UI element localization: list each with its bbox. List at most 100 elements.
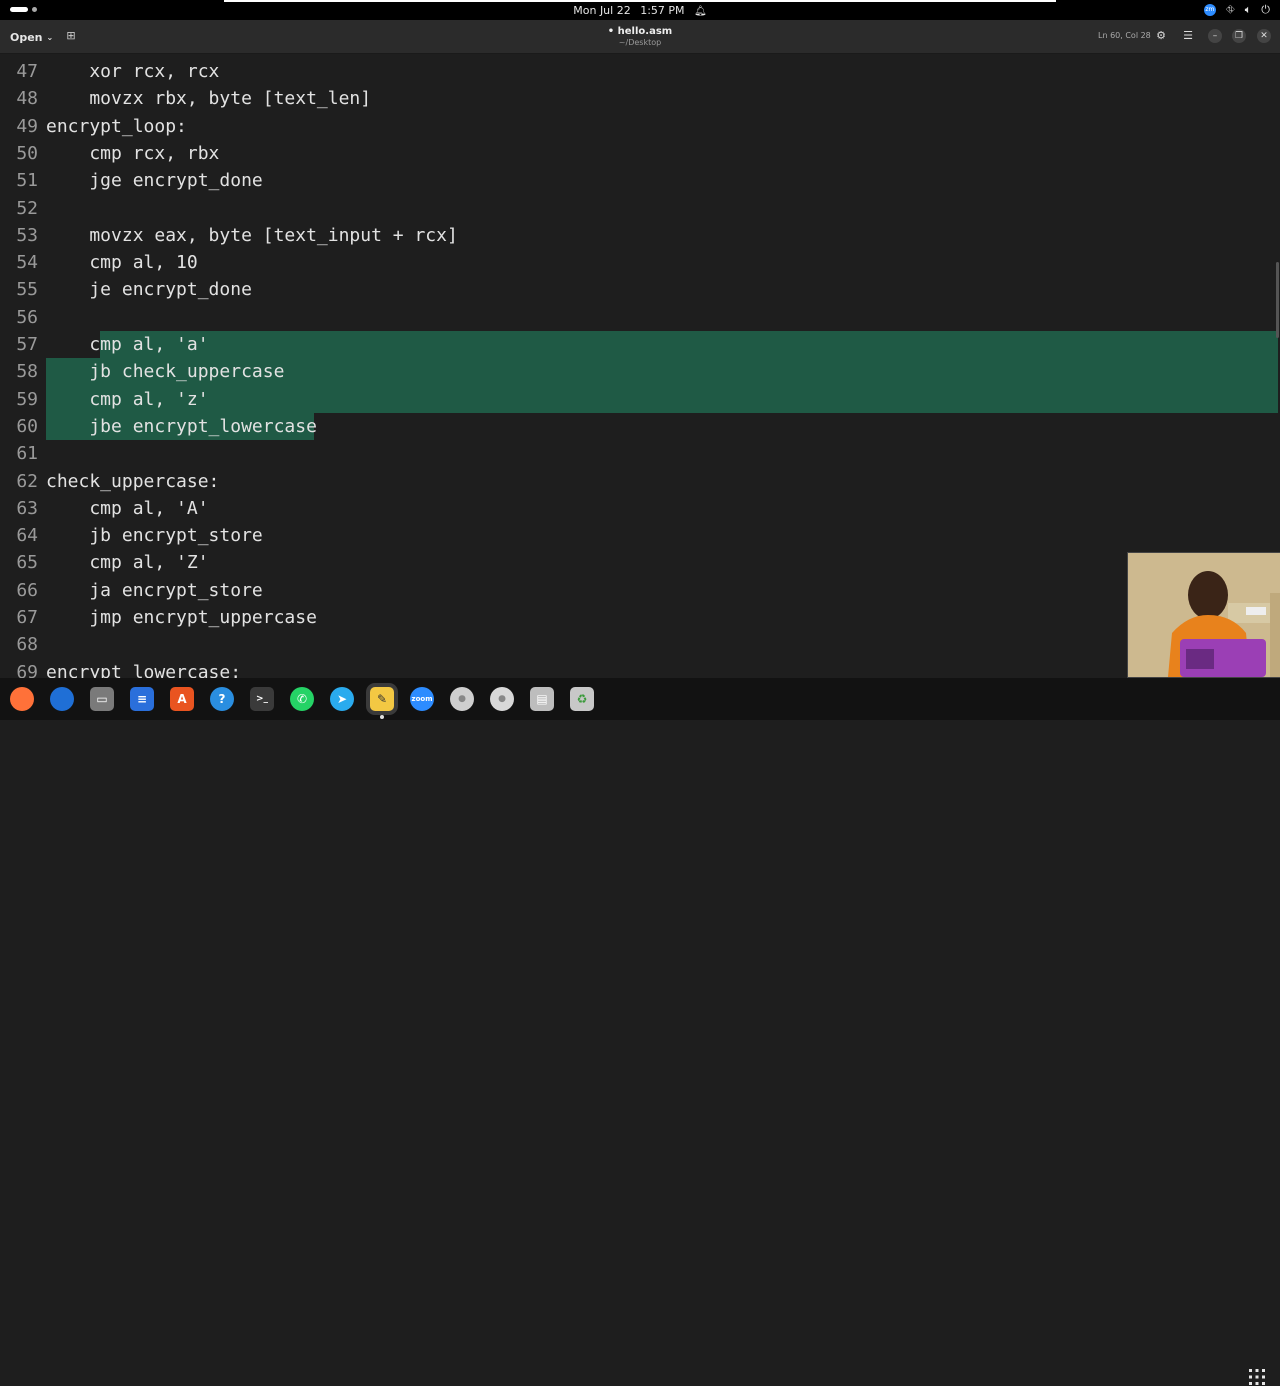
line-code: jbe encrypt_lowercase (46, 415, 317, 437)
code-line[interactable]: 67 jmp encrypt_uppercase (0, 604, 1280, 631)
app-center-icon[interactable]: A (170, 687, 194, 711)
code-line[interactable]: 62 check_uppercase: (0, 468, 1280, 495)
code-line[interactable]: 48 movzx rbx, byte [text_len] (0, 85, 1280, 112)
code-line[interactable]: 56 (0, 304, 1280, 331)
code-line[interactable]: 65 cmp al, 'Z' (0, 549, 1280, 576)
document-title: • hello.asm (607, 26, 673, 37)
line-number: 52 (16, 197, 38, 219)
app-center-glyph: A (177, 692, 187, 706)
code-line[interactable]: 57 cmp al, 'a' (0, 331, 1280, 358)
line-code: encrypt_loop: (46, 115, 187, 137)
code-line[interactable]: 49 encrypt_loop: (0, 113, 1280, 140)
line-code: check_uppercase: (46, 470, 220, 492)
code-line[interactable]: 64 jb encrypt_store (0, 522, 1280, 549)
line-code: cmp rcx, rbx (46, 142, 220, 164)
thunderbird-glyph (50, 687, 74, 711)
line-number: 50 (16, 142, 38, 164)
maximize-button[interactable]: ❐ (1232, 29, 1246, 43)
whatsapp-icon[interactable]: ✆ (290, 687, 314, 711)
code-line[interactable]: 66 ja encrypt_store (0, 577, 1280, 604)
gear-icon[interactable]: ⚙ (1153, 28, 1169, 44)
network-icon[interactable]: ⛗ (1226, 3, 1235, 17)
disc-2-icon[interactable]: ● (490, 687, 514, 711)
line-code: cmp al, 'Z' (46, 552, 209, 574)
help-icon[interactable]: ? (210, 687, 234, 711)
code-line[interactable]: 61 (0, 440, 1280, 467)
code-line[interactable]: 47 xor rcx, rcx (0, 58, 1280, 85)
help-glyph: ? (218, 692, 226, 706)
line-number: 55 (16, 279, 38, 301)
document-path: ~/Desktop (618, 38, 662, 47)
zoom-app-icon[interactable]: zoom (410, 687, 434, 711)
line-code: movzx eax, byte [text_input + rcx] (46, 224, 458, 246)
libreoffice-writer-glyph: ≡ (136, 692, 148, 706)
editor-header-bar: Open ⌄ ⊞ • hello.asm ~/Desktop Ln 60, Co… (0, 20, 1280, 54)
trash-glyph: ♻ (576, 692, 588, 706)
firefox-icon[interactable] (10, 687, 34, 711)
webcam-overlay (1127, 552, 1280, 678)
line-code: ja encrypt_store (46, 579, 263, 601)
power-icon[interactable]: ⏻ (1261, 3, 1270, 17)
code-line[interactable]: 63 cmp al, 'A' (0, 495, 1280, 522)
drive-glyph: ▤ (536, 692, 548, 706)
files-icon[interactable]: ▭ (90, 687, 114, 711)
line-code: cmp al, 10 (46, 252, 198, 274)
clock-date: Mon Jul 22 (573, 4, 631, 17)
menu-icon[interactable]: ☰ (1180, 28, 1196, 44)
telegram-icon[interactable]: ➤ (330, 687, 354, 711)
code-line[interactable]: 54 cmp al, 10 (0, 249, 1280, 276)
line-number: 57 (16, 334, 38, 355)
disc-icon[interactable]: ● (450, 687, 474, 711)
code-line[interactable]: 58 jb check_uppercase (0, 358, 1280, 385)
code-line[interactable]: 69 encrypt_lowercase: (0, 659, 1280, 678)
line-number: 48 (16, 88, 38, 110)
thunderbird-icon[interactable] (50, 687, 74, 711)
minimize-button[interactable]: – (1208, 29, 1222, 43)
line-number: 58 (16, 361, 38, 383)
code-line[interactable]: 59 cmp al, 'z' (0, 386, 1280, 413)
top-strip (224, 0, 1056, 2)
system-tray[interactable]: zm ⛗ 🔈︎ ⏻ (1203, 3, 1270, 17)
text-editor-icon[interactable]: ✎ (370, 687, 394, 719)
close-button[interactable]: ✕ (1257, 29, 1271, 43)
line-code: jmp encrypt_uppercase (46, 607, 317, 628)
drive-icon[interactable]: ▤ (530, 687, 554, 711)
notification-bell-icon: 🔔︎ (694, 6, 707, 17)
line-code: encrypt_lowercase: (46, 661, 242, 678)
line-code: cmp al, 'z' (46, 388, 209, 410)
code-line[interactable]: 68 (0, 631, 1280, 658)
line-number: 67 (16, 607, 38, 628)
dock: ▭ ≡ A? >_ ✆ ➤ ✎ zoom ● ● ▤ ♻ (0, 678, 1280, 1385)
document-title-area: • hello.asm ~/Desktop (0, 26, 1280, 47)
telegram-glyph: ➤ (336, 692, 348, 706)
line-number: 66 (16, 579, 38, 601)
line-number: 64 (16, 525, 38, 547)
text-editor-glyph: ✎ (376, 692, 388, 706)
clock-time: 1:57 PM (640, 4, 685, 17)
scrollbar[interactable] (1276, 262, 1279, 338)
code-line[interactable]: 50 cmp rcx, rbx (0, 140, 1280, 167)
zoom-icon[interactable]: zm (1203, 4, 1216, 16)
trash-icon[interactable]: ♻ (570, 687, 594, 711)
code-line[interactable]: 52 (0, 195, 1280, 222)
clock[interactable]: Mon Jul 22 1:57 PM 🔔︎ (0, 4, 1280, 17)
line-number: 68 (16, 634, 38, 656)
code-line[interactable]: 55 je encrypt_done (0, 276, 1280, 303)
line-number: 65 (16, 552, 38, 574)
code-line[interactable]: 51 jge encrypt_done (0, 167, 1280, 194)
webcam-person-image (1128, 553, 1280, 677)
code-editor[interactable]: 47 xor rcx, rcx 48 movzx rbx, byte [text_… (0, 54, 1280, 678)
libreoffice-writer-icon[interactable]: ≡ (130, 687, 154, 711)
top-bar: Mon Jul 22 1:57 PM 🔔︎ zm ⛗ 🔈︎ ⏻ (0, 0, 1280, 20)
line-code: jb encrypt_store (46, 525, 263, 547)
cursor-position[interactable]: Ln 60, Col 28 (1098, 31, 1151, 40)
line-number: 69 (16, 661, 38, 678)
volume-icon[interactable]: 🔈︎ (1245, 3, 1252, 17)
line-number: 53 (16, 224, 38, 246)
show-apps-icon[interactable] (1248, 1368, 1266, 1386)
code-line[interactable]: 53 movzx eax, byte [text_input + rcx] (0, 222, 1280, 249)
line-number: 54 (16, 252, 38, 274)
code-line[interactable]: 60 jbe encrypt_lowercase (0, 413, 1280, 440)
terminal-icon[interactable]: >_ (250, 687, 274, 711)
line-number: 59 (16, 388, 38, 410)
